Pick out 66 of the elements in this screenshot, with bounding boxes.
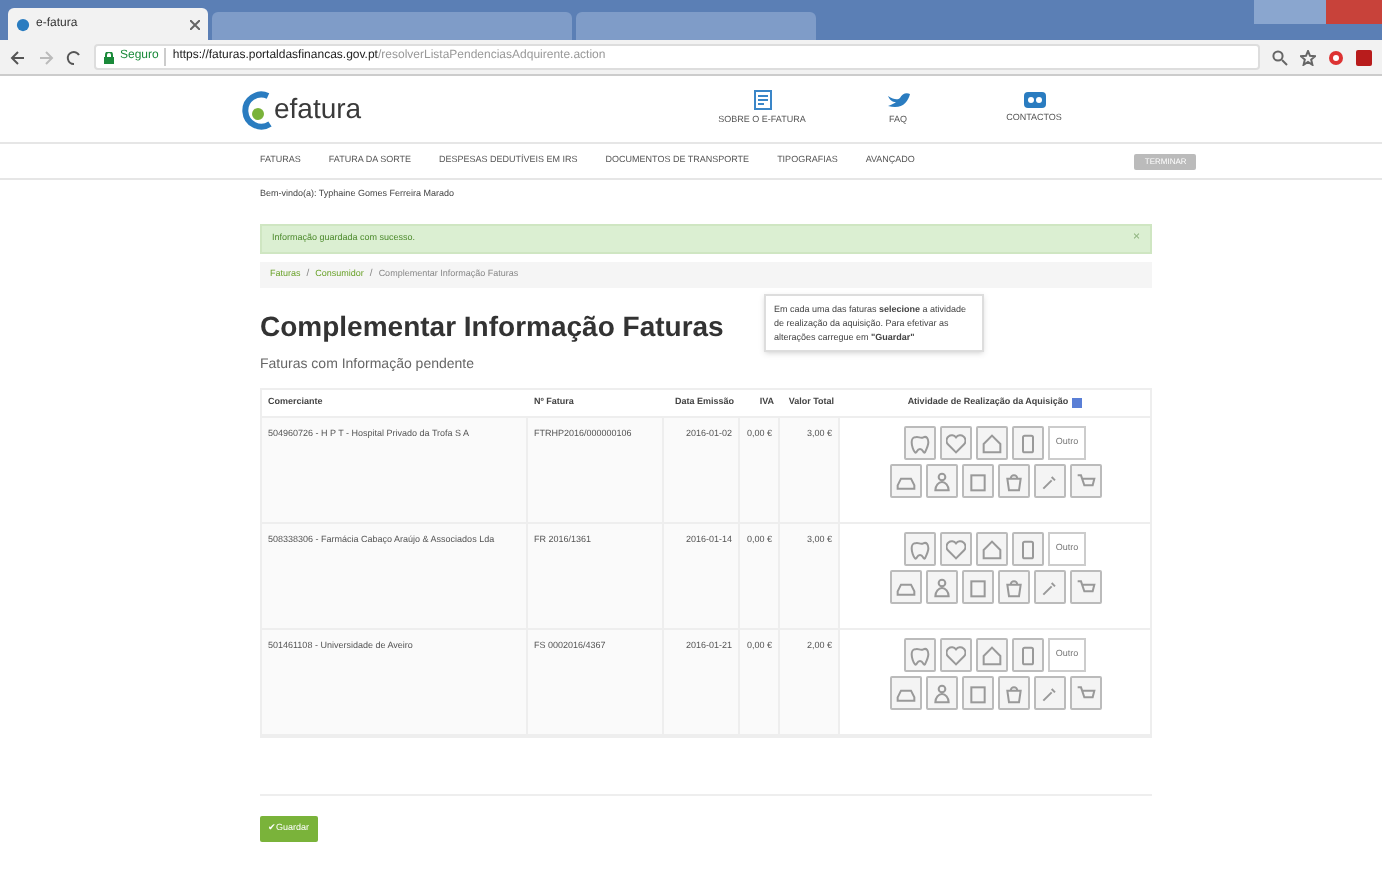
activity-option[interactable] — [903, 532, 936, 567]
bag-icon — [1003, 471, 1023, 492]
close-icon[interactable] — [190, 19, 200, 29]
cart-icon — [1075, 683, 1095, 704]
activity-option[interactable] — [997, 464, 1029, 499]
activity-option[interactable] — [903, 426, 936, 461]
efatura-logo[interactable]: efatura — [240, 88, 362, 130]
home-icon — [981, 645, 1002, 666]
activity-option[interactable] — [939, 638, 972, 673]
activity-option[interactable] — [961, 676, 993, 711]
heart-icon — [945, 645, 966, 666]
page-title: Complementar Informação Faturas — [260, 307, 726, 346]
star-icon[interactable] — [1300, 49, 1316, 65]
forward-icon[interactable] — [38, 49, 54, 65]
activity-option[interactable] — [903, 638, 936, 673]
back-icon[interactable] — [10, 49, 26, 65]
document-icon — [753, 90, 771, 111]
person-icon — [931, 471, 951, 492]
activity-option[interactable] — [1011, 426, 1044, 461]
activity-option[interactable] — [975, 638, 1008, 673]
activity-option[interactable] — [975, 532, 1008, 567]
home-icon — [981, 433, 1002, 454]
activity-option[interactable] — [1033, 464, 1065, 499]
activity-option[interactable] — [961, 464, 993, 499]
cart-icon — [1075, 471, 1095, 492]
person-icon — [931, 577, 951, 598]
activity-option[interactable] — [1011, 532, 1044, 567]
bird-icon — [887, 91, 909, 110]
info-icon[interactable] — [1072, 398, 1083, 409]
activity-option[interactable] — [997, 570, 1029, 605]
phone-icon — [1017, 433, 1038, 454]
tooth-icon — [909, 645, 930, 666]
logo-text: efatura — [274, 90, 362, 128]
globe-icon — [16, 17, 30, 31]
activity-option[interactable] — [961, 570, 993, 605]
activity-option[interactable] — [925, 570, 957, 605]
activity-option[interactable] — [1033, 676, 1065, 711]
activity-option[interactable] — [997, 676, 1029, 711]
home-icon — [981, 539, 1002, 560]
activity-option[interactable] — [1069, 676, 1101, 711]
bag-icon — [1003, 577, 1023, 598]
tooth-icon — [909, 433, 930, 454]
tooth-icon — [909, 539, 930, 560]
activity-option[interactable] — [939, 426, 972, 461]
heart-icon — [945, 433, 966, 454]
activity-option[interactable] — [1069, 464, 1101, 499]
person-icon — [931, 683, 951, 704]
mail-icon — [1023, 92, 1045, 109]
activity-option[interactable] — [889, 676, 921, 711]
activity-option[interactable] — [975, 426, 1008, 461]
activity-option[interactable] — [889, 464, 921, 499]
lock-icon — [104, 51, 114, 63]
activity-option[interactable] — [925, 676, 957, 711]
activity-option[interactable] — [1033, 570, 1065, 605]
phone-icon — [1017, 645, 1038, 666]
reload-icon[interactable] — [66, 49, 82, 65]
cart-icon — [1075, 577, 1095, 598]
activity-option[interactable] — [889, 570, 921, 605]
activity-option[interactable] — [1011, 638, 1044, 673]
activity-option[interactable] — [939, 532, 972, 567]
bag-icon — [1003, 683, 1023, 704]
activity-option[interactable] — [1069, 570, 1101, 605]
heart-icon — [945, 539, 966, 560]
activity-option[interactable] — [925, 464, 957, 499]
zoom-icon[interactable] — [1272, 49, 1288, 65]
phone-icon — [1017, 539, 1038, 560]
